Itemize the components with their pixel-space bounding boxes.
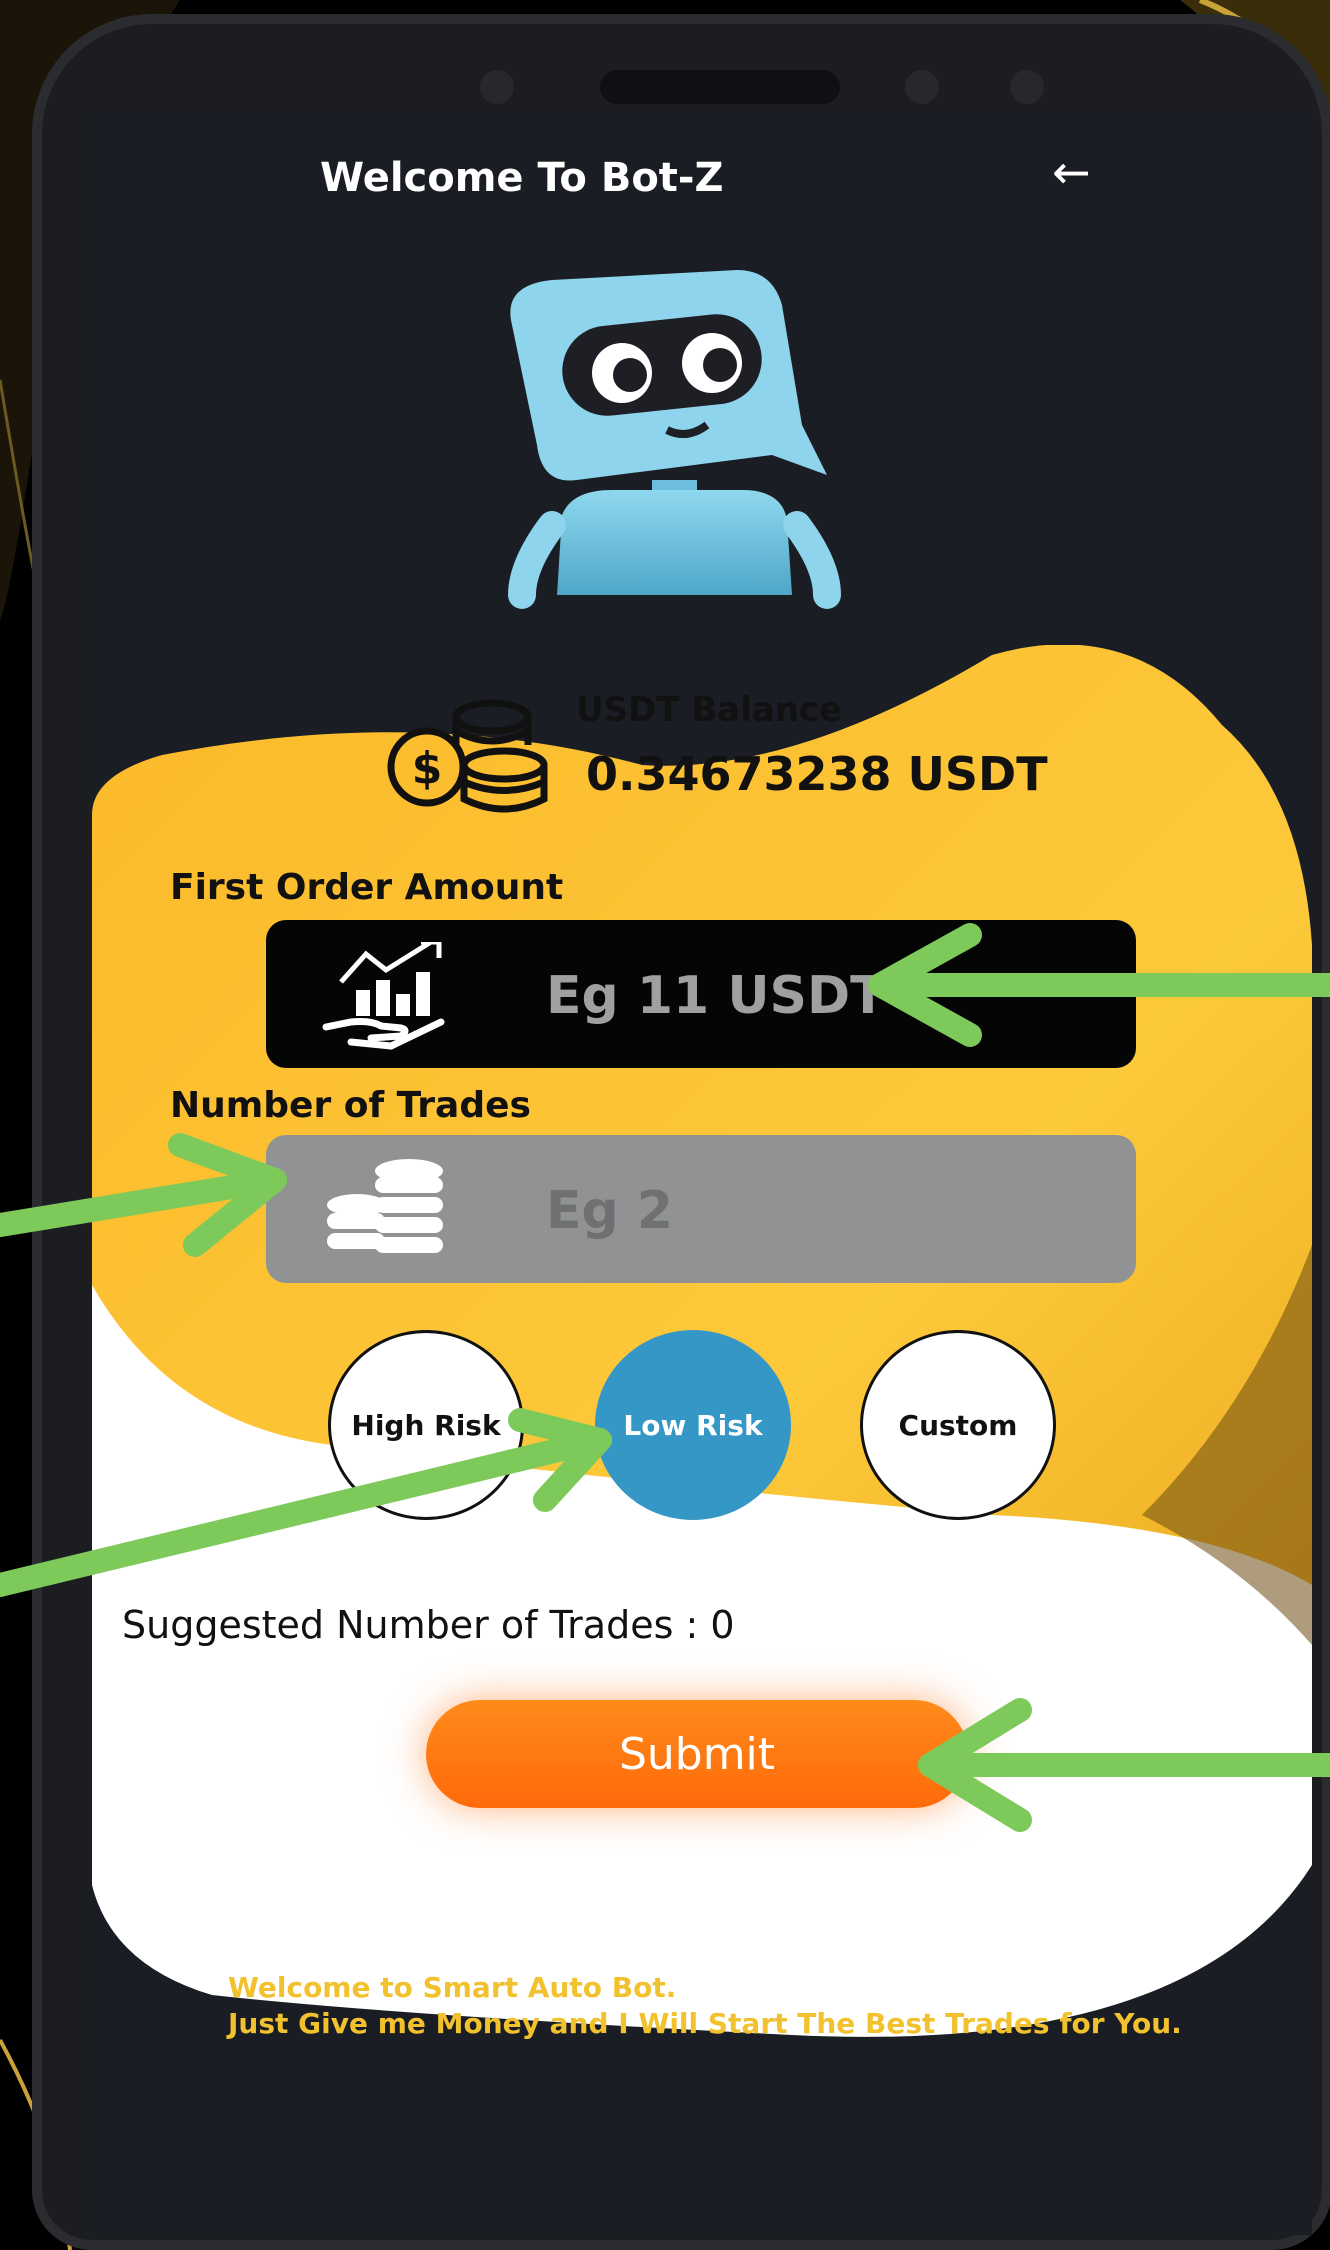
suggested-trades-text: Suggested Number of Trades : 0 [122, 1603, 735, 1647]
coin-stack-icon [327, 1159, 443, 1253]
high-risk-button[interactable]: High Risk [328, 1330, 524, 1520]
trades-input[interactable]: Eg 2 [266, 1135, 1136, 1283]
phone-sensor [1010, 70, 1044, 104]
balance-label: USDT Balance [576, 690, 843, 730]
hand-chart-icon [322, 942, 445, 1050]
app-screen: Welcome To Bot-Z ← $ USDT Balance 0.3467… [92, 115, 1312, 2235]
robot-mascot [508, 270, 841, 609]
first-order-label: First Order Amount [170, 867, 564, 908]
footer-line-1: Welcome to Smart Auto Bot. [228, 1971, 677, 2004]
submit-button[interactable]: Submit [426, 1700, 968, 1808]
low-risk-button[interactable]: Low Risk [595, 1330, 791, 1520]
balance-value: 0.34673238 USDT [586, 747, 1048, 801]
phone-sensor [905, 70, 939, 104]
first-order-placeholder: Eg 11 USDT [546, 966, 886, 1026]
phone-speaker [600, 70, 840, 104]
first-order-input[interactable]: Eg 11 USDT [266, 920, 1136, 1068]
trades-label: Number of Trades [170, 1085, 531, 1126]
svg-text:$: $ [412, 743, 443, 794]
trades-placeholder: Eg 2 [546, 1181, 674, 1241]
custom-risk-button[interactable]: Custom [860, 1330, 1056, 1520]
back-arrow-icon[interactable]: ← [1052, 145, 1091, 199]
footer-message: Welcome to Smart Auto Bot. Just Give me … [228, 1970, 1228, 2042]
coins-dollar-icon: $ [387, 699, 548, 813]
footer-line-2: Just Give me Money and I Will Start The … [228, 2007, 1182, 2040]
page-title: Welcome To Bot-Z [320, 155, 724, 201]
phone-camera [480, 70, 514, 104]
